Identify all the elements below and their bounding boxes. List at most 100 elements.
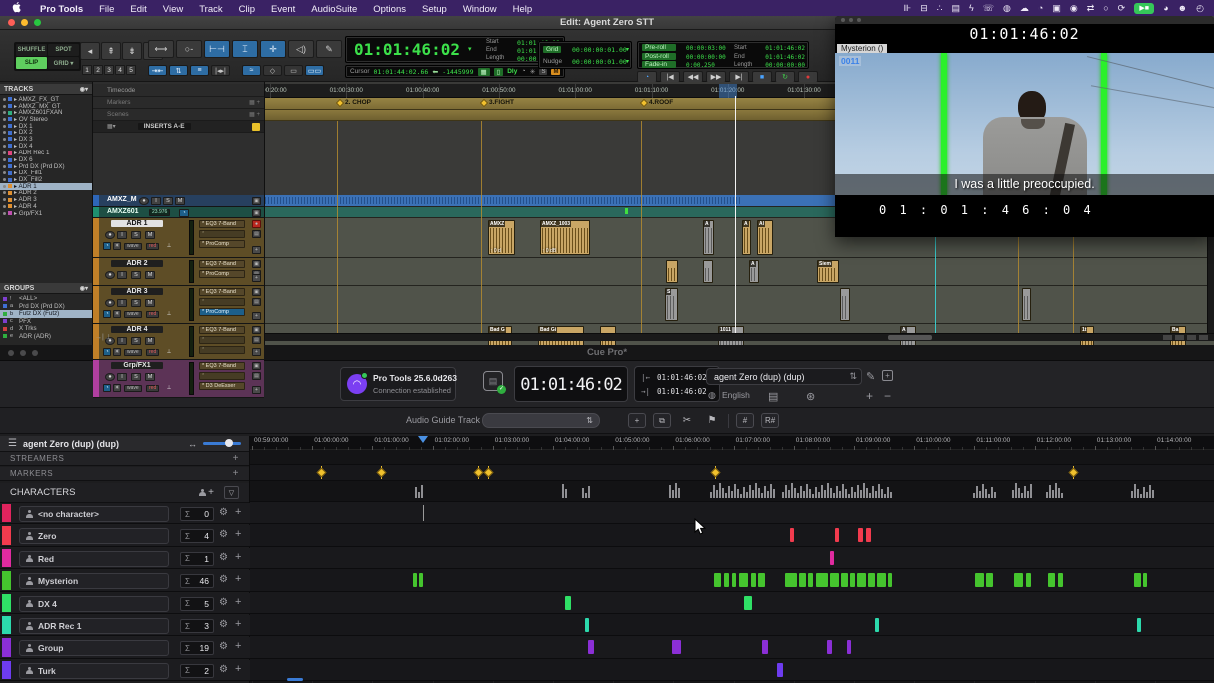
sidebar-track-dx-6[interactable]: ▸ DX 6 bbox=[0, 156, 92, 163]
track-name[interactable]: AMXZ601 bbox=[103, 208, 143, 215]
sidebar-track-dx-fill2[interactable]: ▸ DX_Fill2 bbox=[0, 176, 92, 183]
cue-block[interactable] bbox=[830, 551, 834, 565]
track-list-icon[interactable]: ▦▾ bbox=[107, 123, 116, 130]
cue-block[interactable] bbox=[672, 640, 681, 654]
sidebar-track-dx-3[interactable]: ▸ DX 3 bbox=[0, 136, 92, 143]
post-roll-label[interactable]: Post-roll bbox=[642, 53, 676, 60]
add-character-icon[interactable]: + bbox=[199, 487, 214, 498]
track-io-button[interactable]: ● bbox=[252, 220, 261, 228]
character-name-field[interactable]: ADR Rec 1 bbox=[19, 618, 169, 634]
sidebar-track-adr-2[interactable]: ▸ ADR 2 bbox=[0, 190, 92, 197]
zoom-toggle-icon[interactable]: ▭▭ bbox=[305, 65, 324, 76]
pre-roll-value[interactable]: 00:00:03:00 bbox=[686, 45, 726, 52]
clip[interactable] bbox=[840, 288, 850, 321]
track-add-button[interactable]: + bbox=[252, 386, 261, 394]
audio-guide-select[interactable]: ⇅ bbox=[482, 413, 600, 428]
insert-slot-procomp[interactable]: * ProComp bbox=[199, 270, 245, 278]
track-comments-button[interactable]: ▤ bbox=[252, 372, 261, 380]
cue-block[interactable] bbox=[1137, 618, 1141, 632]
remove-cue-icon[interactable]: − bbox=[884, 389, 891, 403]
track-io-button[interactable]: ▣ bbox=[252, 326, 261, 334]
clip[interactable] bbox=[666, 260, 678, 283]
number-icon[interactable]: # bbox=[736, 413, 754, 428]
markers-lane[interactable] bbox=[250, 465, 1214, 481]
nudge-label[interactable]: Nudge bbox=[543, 58, 562, 65]
cue-lane-adr-rec-1[interactable] bbox=[250, 614, 1214, 636]
call-icon[interactable]: ☏ bbox=[983, 0, 994, 16]
insert-slot-procomp[interactable]: * ProComp bbox=[199, 308, 245, 316]
cue-block[interactable] bbox=[585, 618, 589, 632]
track-i-button[interactable]: I bbox=[117, 299, 127, 307]
character-row-mysterion[interactable]: MysterionΣ46⚙+ bbox=[0, 570, 250, 591]
mode-spot[interactable]: SPOT bbox=[48, 44, 79, 56]
clip-a[interactable]: A bbox=[749, 260, 759, 283]
clock-icon[interactable]: ◔ bbox=[521, 68, 525, 75]
scrub-tool-icon[interactable]: ⟷ bbox=[148, 40, 174, 58]
cue-marker-diamond[interactable] bbox=[377, 468, 387, 478]
character-name-field[interactable]: Zero bbox=[19, 528, 169, 544]
cue-block[interactable] bbox=[858, 528, 863, 542]
track-name[interactable]: ADR 3 bbox=[111, 288, 163, 295]
cue-block[interactable] bbox=[744, 596, 752, 610]
post-roll-value[interactable]: 00:00:00:00 bbox=[686, 54, 726, 61]
track-io-button[interactable]: ▣ bbox=[252, 362, 261, 370]
globe-icon[interactable]: ◔ bbox=[1038, 0, 1043, 16]
cue-block[interactable] bbox=[850, 573, 855, 587]
track-i-button[interactable]: I bbox=[117, 373, 127, 381]
cue-block[interactable] bbox=[808, 573, 813, 587]
cue-block[interactable] bbox=[724, 573, 729, 587]
track-add-button[interactable]: + bbox=[252, 312, 261, 320]
character-name-field[interactable]: Group bbox=[19, 640, 169, 656]
sidebar-track-ov-stereo[interactable]: ▸ OV Stereo bbox=[0, 116, 92, 123]
track-name[interactable]: Grp/FX1 bbox=[111, 362, 163, 369]
video-title-strip[interactable] bbox=[835, 16, 1214, 24]
nudge-value[interactable]: 00:00:00:01.00 bbox=[572, 58, 627, 66]
cue-block[interactable] bbox=[877, 573, 886, 587]
markers-add-icon[interactable]: ▦ + bbox=[249, 99, 260, 106]
track-color-tag[interactable]: red bbox=[146, 385, 159, 392]
search-icon[interactable]: ○ bbox=[1103, 0, 1108, 16]
clip-a[interactable]: A bbox=[742, 220, 751, 255]
video-minimize-button[interactable] bbox=[849, 18, 853, 22]
track-m-button[interactable]: M bbox=[145, 231, 155, 239]
zoomer-tool-icon[interactable]: ○- bbox=[176, 40, 202, 58]
menu-track[interactable]: Track bbox=[191, 4, 230, 15]
track-anchor-icon[interactable]: ⊥ bbox=[165, 348, 173, 356]
track-record-button[interactable]: ● bbox=[105, 373, 115, 381]
audio-guide-stepper-icon[interactable]: ⇅ bbox=[586, 416, 593, 425]
grid-value[interactable]: 00:00:00:01.00 bbox=[572, 46, 627, 54]
track-clock-icon[interactable]: ◔ bbox=[103, 242, 111, 250]
cue-block[interactable] bbox=[1143, 573, 1147, 587]
track-comments-button[interactable]: ▤ bbox=[252, 336, 261, 344]
edit-insertion-icon[interactable]: ▯ bbox=[494, 68, 504, 76]
link-track-icon[interactable]: ≡ bbox=[190, 65, 209, 76]
menu-pro-tools[interactable]: Pro Tools bbox=[32, 4, 91, 15]
sidebar-track-dx-fill1[interactable]: ▸ DX_Fill1 bbox=[0, 170, 92, 177]
users-icon[interactable]: ☻ bbox=[1178, 0, 1187, 16]
menu-view[interactable]: View bbox=[155, 4, 191, 15]
zoom-preset-1[interactable]: 1 bbox=[82, 65, 92, 75]
cue-block[interactable] bbox=[732, 573, 736, 587]
zoom-preset-4[interactable]: 4 bbox=[115, 65, 125, 75]
sync-window-icon[interactable]: ▤✓ bbox=[483, 371, 503, 391]
marker-3-fight[interactable]: 3.FIGHT bbox=[481, 99, 514, 106]
track-auto-icon[interactable]: ✳ bbox=[113, 310, 121, 318]
document-icon[interactable]: ▤ bbox=[768, 390, 778, 403]
track-s-button[interactable]: S bbox=[131, 271, 141, 279]
character-row--no-character-[interactable]: <no character>Σ0⚙+ bbox=[0, 503, 250, 524]
duplicate-icon[interactable]: ⧉ bbox=[653, 413, 671, 428]
character-settings-icon[interactable]: ⚙ bbox=[219, 641, 228, 652]
sidebar-track-adr-4[interactable]: ▸ ADR 4 bbox=[0, 203, 92, 210]
track-view-tag[interactable]: wave bbox=[124, 385, 142, 392]
cue-marker-diamond[interactable] bbox=[1069, 468, 1079, 478]
track-header-amxz601[interactable]: AMXZ60123.976◔▣ bbox=[93, 207, 264, 218]
cue-block[interactable] bbox=[777, 663, 783, 677]
web-icon[interactable]: ⊛ bbox=[806, 390, 815, 403]
marker-4-roof[interactable]: 4.ROOF bbox=[641, 99, 673, 106]
dots-icon[interactable]: ∴ bbox=[937, 0, 943, 16]
fade-in-label[interactable]: Fade-in bbox=[642, 61, 676, 68]
character-add-cue-icon[interactable]: + bbox=[235, 618, 241, 630]
insert-slot-empty[interactable]: * bbox=[199, 230, 245, 238]
menu-file[interactable]: File bbox=[91, 4, 122, 15]
mode-slip[interactable]: SLIP bbox=[16, 57, 47, 69]
